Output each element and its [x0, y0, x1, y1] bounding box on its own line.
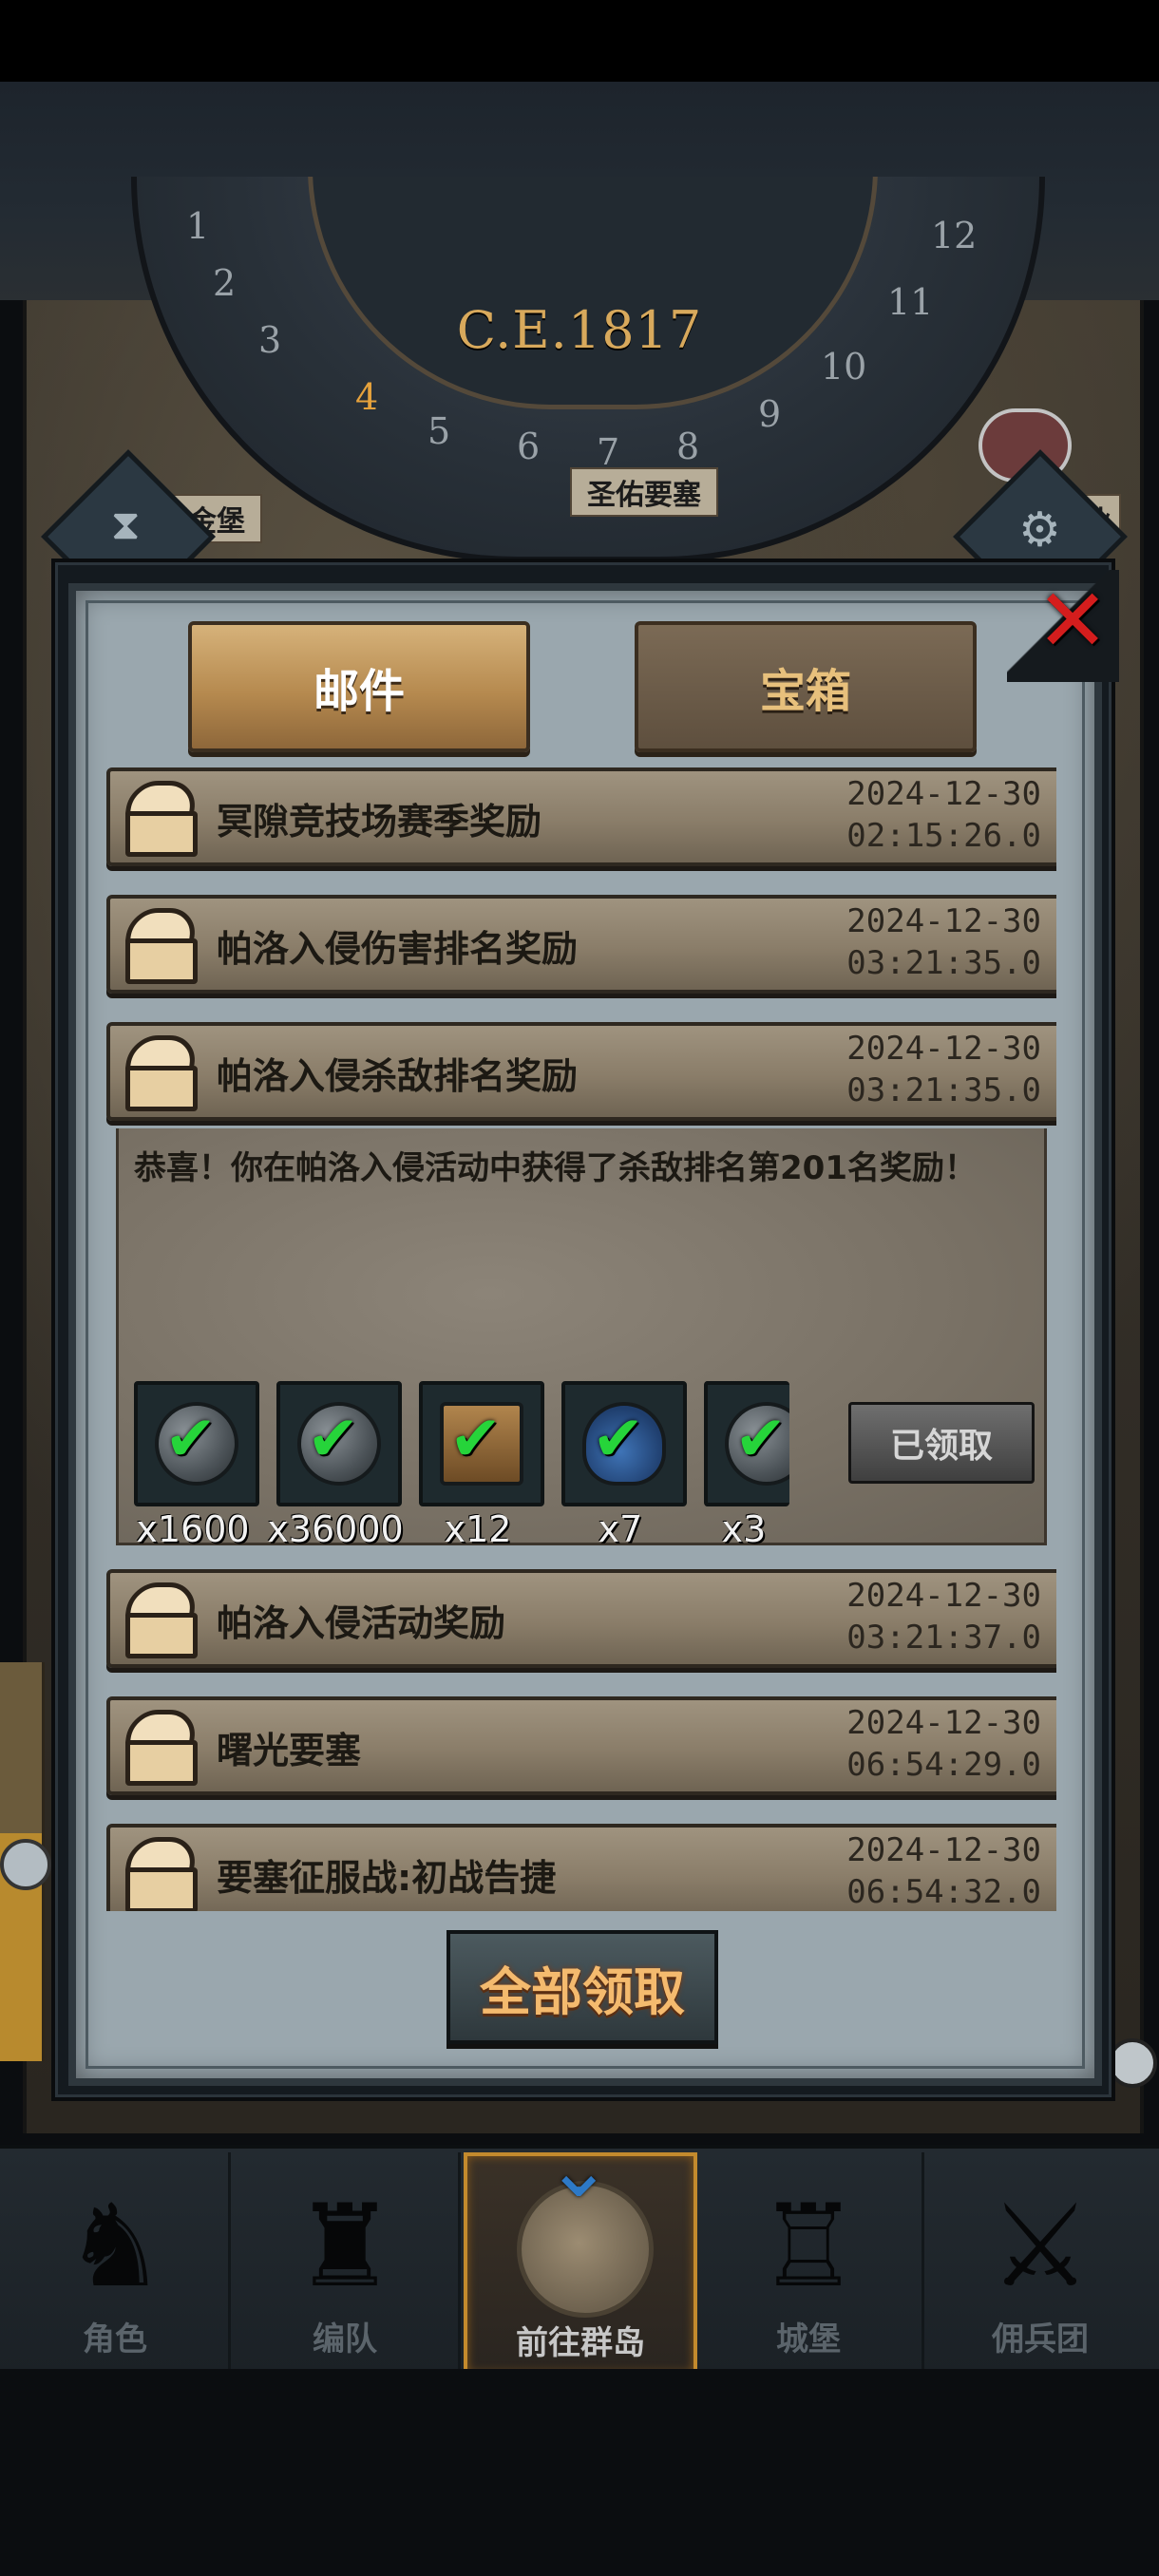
mail-title: 帕洛入侵杀敌排名奖励	[217, 1055, 579, 1097]
nav-label: 角色	[83, 2320, 147, 2358]
mail-item[interactable]: 帕洛入侵活动奖励 2024-12-30 03:21:37.0	[106, 1569, 1056, 1668]
hourglass-icon: ⧗	[110, 501, 141, 550]
dial-number: 6	[517, 426, 541, 467]
reward-count: x1600	[136, 1508, 250, 1550]
nav-label: 前往群岛	[516, 2324, 645, 2362]
dial-number: 2	[213, 262, 237, 304]
mail-date: 2024-12-30	[846, 1030, 1041, 1068]
check-icon: ✔	[164, 1402, 218, 1475]
mailbox-icon	[120, 1577, 203, 1658]
reward-count: x3	[721, 1508, 767, 1550]
calendar-dial-inner	[308, 177, 878, 409]
claim-all-button[interactable]: 全部领取	[446, 1930, 718, 2044]
status-bar	[0, 0, 1159, 82]
close-icon: ✕	[1036, 570, 1110, 672]
reward-count: x7	[598, 1508, 643, 1550]
dial-number: 1	[186, 205, 210, 247]
reward-slot[interactable]: ✔	[419, 1381, 544, 1506]
dial-number: 5	[428, 410, 451, 452]
mail-date: 2024-12-30	[846, 775, 1041, 813]
mail-message: 恭喜！你在帕洛入侵活动中获得了杀敌排名第201名奖励！	[134, 1149, 977, 1187]
helmet-icon: ♜	[294, 2181, 396, 2313]
mail-item-expanded[interactable]: 帕洛入侵杀敌排名奖励 2024-12-30 03:21:35.0	[106, 1022, 1056, 1121]
reward-slot[interactable]: ✔	[704, 1381, 789, 1506]
reward-slot[interactable]: ✔	[276, 1381, 402, 1506]
nav-item-character[interactable]: ♞ 角色	[2, 2152, 231, 2369]
dial-number: 9	[758, 393, 782, 435]
tab-mail[interactable]: 邮件	[188, 621, 530, 752]
check-icon: ✔	[734, 1402, 788, 1475]
mailbox-icon	[120, 1030, 203, 1111]
mail-title: 曙光要塞	[217, 1730, 362, 1771]
nav-item-mercenary[interactable]: ⚔ 佣兵团	[927, 2152, 1153, 2369]
mail-title: 要塞征服战:初战告捷	[217, 1857, 557, 1899]
check-icon: ✔	[592, 1402, 645, 1475]
check-icon: ✔	[449, 1402, 503, 1475]
map-search-icon[interactable]	[0, 1839, 51, 1890]
mail-time: 03:21:35.0	[846, 1071, 1041, 1109]
nav-label: 编队	[313, 2320, 377, 2358]
mail-item[interactable]: 帕洛入侵伤害排名奖励 2024-12-30 03:21:35.0	[106, 895, 1056, 994]
nav-item-islands[interactable]: ⌄ 前往群岛	[464, 2122, 697, 2377]
reward-slot[interactable]: ✔	[561, 1381, 687, 1506]
mail-item[interactable]: 曙光要塞 2024-12-30 06:54:29.0	[106, 1696, 1056, 1795]
nav-item-castle[interactable]: ♖ 城堡	[695, 2152, 924, 2369]
dial-number-current: 4	[355, 376, 379, 418]
mailbox-icon	[120, 775, 203, 857]
castle-icon: ♖	[757, 2181, 860, 2313]
nav-label: 佣兵团	[992, 2320, 1089, 2358]
dial-number: 8	[676, 426, 700, 467]
dial-number: 12	[931, 215, 978, 256]
mail-item[interactable]: 冥隙竞技场赛季奖励 2024-12-30 02:15:26.0	[106, 767, 1056, 866]
mail-time: 03:21:37.0	[846, 1619, 1041, 1657]
mail-time: 06:54:32.0	[846, 1873, 1041, 1911]
knight-icon: ♞	[64, 2181, 166, 2313]
mail-title: 帕洛入侵活动奖励	[217, 1602, 506, 1644]
mailbox-icon	[120, 902, 203, 984]
reward-slot[interactable]: ✔	[134, 1381, 259, 1506]
bottom-background	[0, 2369, 1159, 2576]
nav-item-formation[interactable]: ♜ 编队	[232, 2152, 461, 2369]
mail-date: 2024-12-30	[846, 1831, 1041, 1869]
mail-list[interactable]: 冥隙竞技场赛季奖励 2024-12-30 02:15:26.0 帕洛入侵伤害排名…	[106, 767, 1056, 1911]
gear-icon: ⚙	[1018, 502, 1061, 558]
nav-label: 城堡	[776, 2320, 841, 2358]
close-button[interactable]: ✕	[1007, 570, 1119, 682]
tab-chest[interactable]: 宝箱	[635, 621, 977, 752]
mail-date: 2024-12-30	[846, 1577, 1041, 1615]
mail-time: 03:21:35.0	[846, 944, 1041, 982]
mail-date: 2024-12-30	[846, 902, 1041, 940]
mail-time: 06:54:29.0	[846, 1746, 1041, 1784]
mailbox-icon	[120, 1831, 203, 1911]
mail-item[interactable]: 要塞征服战:初战告捷 2024-12-30 06:54:32.0	[106, 1824, 1056, 1911]
era-label: C.E.1817	[456, 300, 703, 360]
mail-title: 冥隙竞技场赛季奖励	[217, 801, 542, 843]
reward-count: x36000	[267, 1508, 404, 1550]
mail-detail-panel: 恭喜！你在帕洛入侵活动中获得了杀敌排名第201名奖励！ ✔ x1600 ✔ x3…	[116, 1128, 1047, 1550]
mail-time: 02:15:26.0	[846, 817, 1041, 855]
map-location-label[interactable]: 圣佑要塞	[570, 467, 718, 517]
bottom-nav: ♞ 角色 ♜ 编队 ⌄ 前往群岛 ♖ 城堡 ⚔ 佣兵团	[0, 2122, 1159, 2377]
mail-title: 帕洛入侵伤害排名奖励	[217, 928, 579, 970]
mailbox-icon	[120, 1704, 203, 1786]
chevron-down-icon: ⌄	[545, 2122, 613, 2215]
reward-count: x12	[444, 1508, 512, 1550]
check-icon: ✔	[307, 1402, 360, 1475]
mercenary-icon: ⚔	[989, 2181, 1092, 2313]
mail-date: 2024-12-30	[846, 1704, 1041, 1742]
claimed-button[interactable]: 已领取	[848, 1402, 1035, 1484]
